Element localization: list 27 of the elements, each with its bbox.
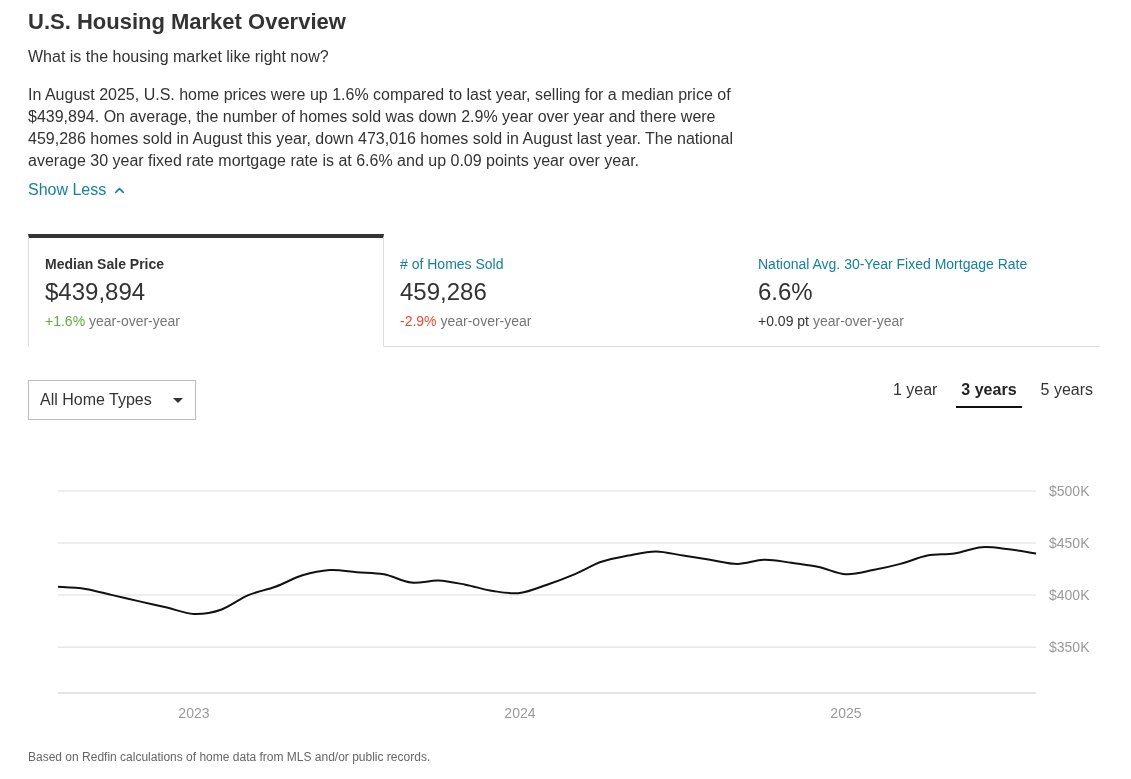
home-type-dropdown[interactable]: All Home Types xyxy=(28,380,196,420)
metric-value: $439,894 xyxy=(45,278,146,306)
metric-label: # of Homes Sold xyxy=(400,255,504,273)
metric-tab[interactable]: Median Sale Price $439,894 +1.6% year-over-year xyxy=(28,234,384,347)
metric-label: National Avg. 30-Year Fixed Mortgage Rate xyxy=(758,255,1028,273)
range-tab[interactable]: 1 year xyxy=(887,379,943,408)
market-summary: In August 2025, U.S. home prices were up 1.6% compared to last year, selling for a median price of $439,894. On average, the number of homes sold was down 2.9% year over year and there were 459,286 homes sold in August this year, down 473,016 homes sold in August last year. The national average 30 year fixed rate mortgage rate is at 6.6% and up 0.09 points year over year. xyxy=(28,85,735,171)
metric-change: +0.09 pt year-over-year xyxy=(758,312,904,330)
metric-change: -2.9% year-over-year xyxy=(400,312,532,330)
metric-value: 6.6% xyxy=(758,278,813,306)
caret-down-icon xyxy=(173,397,183,403)
range-tab[interactable]: 3 years xyxy=(956,379,1022,408)
footnote: Based on Redfin calculations of home data from MLS and/or public records. xyxy=(28,749,432,765)
page-title: U.S. Housing Market Overview xyxy=(28,8,347,36)
x-axis-label: 2025 xyxy=(830,705,862,721)
y-axis-label: $400K xyxy=(1049,587,1090,604)
y-axis-label: $450K xyxy=(1049,535,1090,552)
metric-label: Median Sale Price xyxy=(45,255,165,273)
x-axis-label: 2023 xyxy=(178,705,210,721)
metric-value: 459,286 xyxy=(400,278,487,306)
show-less-link[interactable]: Show Less xyxy=(28,179,128,201)
range-tab[interactable]: 5 years xyxy=(1035,379,1098,408)
x-axis-label: 2024 xyxy=(504,705,536,721)
subtitle: What is the housing market like right now? xyxy=(28,47,330,67)
y-axis-label: $350K xyxy=(1049,639,1090,656)
metric-change: +1.6% year-over-year xyxy=(45,312,180,330)
y-axis-label: $500K xyxy=(1049,483,1090,499)
